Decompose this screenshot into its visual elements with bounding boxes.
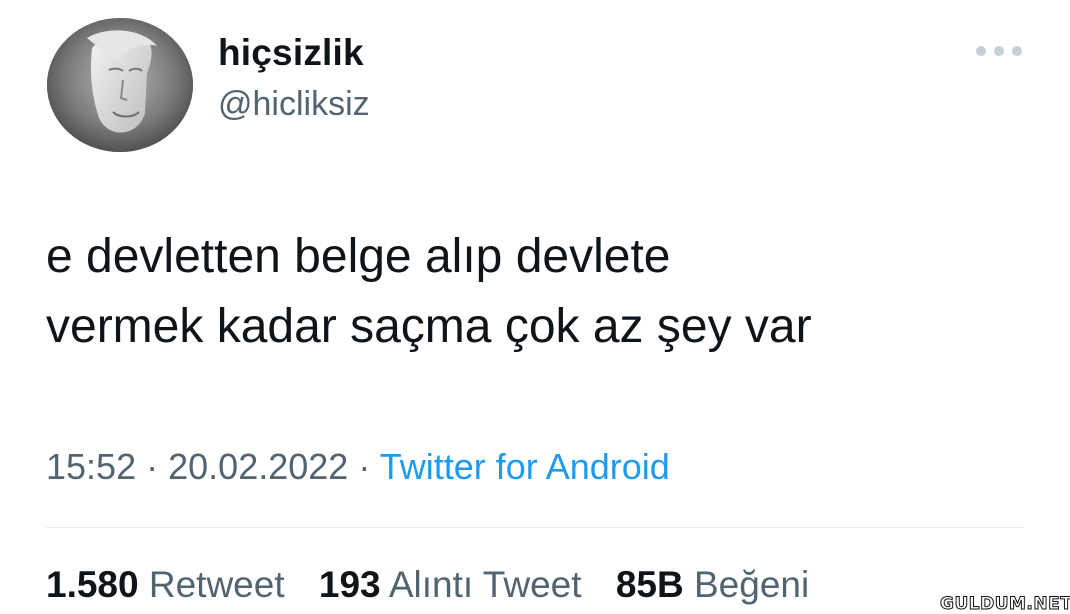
watermark-logo: GULDUM.NET [939,594,1070,614]
tweet-source-link[interactable]: Twitter for Android [380,446,670,487]
tweet-text: e devletten belge alıp devlete vermek ka… [46,222,1026,362]
tweet-date[interactable]: 20.02.2022 [168,446,348,487]
likes-stat[interactable]: 85B Beğeni [616,564,809,605]
divider [46,527,1025,528]
quotes-stat[interactable]: 193 Alıntı Tweet [319,564,582,605]
retweets-count: 1.580 [46,564,139,605]
more-dots-icon[interactable] [976,36,1022,66]
meta-separator: · [358,446,371,487]
user-handle[interactable]: @hicliksiz [218,85,370,124]
tweet-text-line: vermek kadar saçma çok az şey var [46,300,812,353]
quotes-count: 193 [318,564,381,605]
quotes-label: Alıntı Tweet [388,564,582,605]
more-dot [976,46,986,56]
retweets-stat[interactable]: 1.580 Retweet [46,564,285,605]
tweet-text-line: e devletten belge alıp devlete [46,230,671,283]
likes-count: 85B [615,564,684,605]
avatar[interactable] [47,18,193,152]
tweet-stats: 1.580 Retweet 193 Alıntı Tweet 85B Beğen… [46,564,833,606]
tweet-time[interactable]: 15:52 [46,446,136,487]
more-dot [1012,46,1022,56]
display-name[interactable]: hiçsizlik [218,32,364,74]
avatar-image [47,18,193,152]
more-dot [994,46,1004,56]
meta-separator: · [146,446,159,487]
tweet-meta: 15:52 · 20.02.2022 · Twitter for Android [46,446,670,488]
likes-label: Beğeni [693,564,810,605]
retweets-label: Retweet [148,564,285,605]
